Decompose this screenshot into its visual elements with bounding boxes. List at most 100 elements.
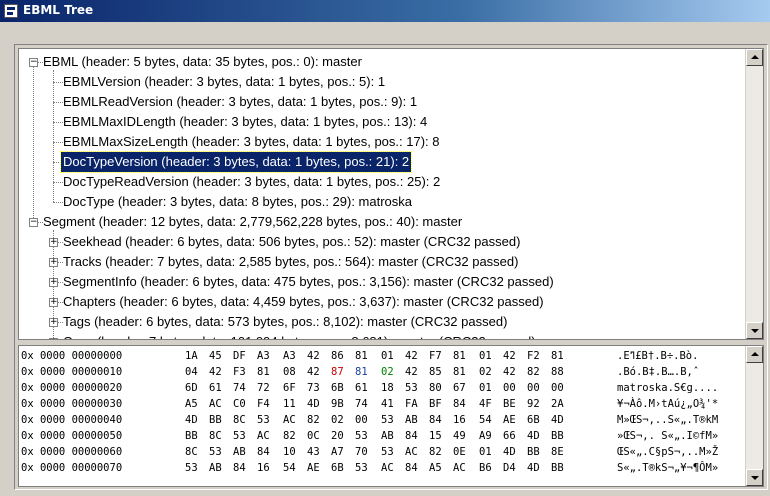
hex-byte[interactable]: 02	[331, 412, 344, 428]
hex-byte[interactable]: AB	[209, 460, 222, 476]
hex-byte[interactable]: 81	[453, 364, 466, 380]
hex-byte[interactable]: 61	[355, 380, 368, 396]
hex-byte[interactable]: 67	[453, 380, 466, 396]
hex-byte[interactable]: 45	[209, 348, 222, 364]
hex-byte[interactable]: AE	[503, 412, 516, 428]
hex-byte[interactable]: BE	[503, 396, 516, 412]
tree-item[interactable]: Tracks (header: 7 bytes, data: 2,585 byt…	[63, 252, 518, 272]
hex-byte[interactable]: C0	[233, 396, 246, 412]
hex-byte[interactable]: 81	[257, 364, 270, 380]
hex-byte[interactable]: 86	[331, 348, 344, 364]
hex-byte[interactable]: F4	[257, 396, 270, 412]
hex-view[interactable]: 0x 0000 00000000 1A 45 DF A3 A3 42 86 81 01 42 F7 81…	[18, 345, 764, 487]
hex-byte[interactable]: 8C	[185, 444, 198, 460]
hex-byte[interactable]: 54	[283, 460, 296, 476]
hex-byte[interactable]: 01	[479, 444, 492, 460]
hex-byte[interactable]: 8E	[551, 444, 564, 460]
hex-byte[interactable]: 01	[479, 348, 492, 364]
expand-icon[interactable]: +	[49, 278, 58, 287]
hex-byte[interactable]: BB	[551, 428, 564, 444]
expand-icon[interactable]: +	[49, 298, 58, 307]
hex-byte[interactable]: 4D	[307, 396, 320, 412]
hex-byte[interactable]: BF	[429, 396, 442, 412]
collapse-icon[interactable]: −	[29, 218, 38, 227]
hex-byte[interactable]: 53	[233, 428, 246, 444]
hex-byte[interactable]: 11	[283, 396, 296, 412]
hex-byte[interactable]: 53	[257, 412, 270, 428]
hex-byte[interactable]: 4D	[503, 444, 516, 460]
tree-item[interactable]: DocType (header: 3 bytes, data: 8 bytes,…	[63, 192, 412, 212]
tree-item[interactable]: Tags (header: 6 bytes, data: 573 bytes, …	[63, 312, 507, 332]
hex-byte[interactable]: 42	[503, 364, 516, 380]
tree-item[interactable]: Segment (header: 12 bytes, data: 2,779,5…	[43, 212, 462, 232]
scroll-down-button[interactable]	[746, 322, 763, 339]
ebml-tree-view[interactable]: − EBML (header: 5 bytes, data: 35 bytes, …	[18, 48, 764, 340]
hex-byte[interactable]: AC	[283, 412, 296, 428]
hex-byte[interactable]: 41	[381, 396, 394, 412]
hex-byte[interactable]: 10	[283, 444, 296, 460]
hex-byte[interactable]: 6B	[527, 412, 540, 428]
hex-byte[interactable]: 74	[233, 380, 246, 396]
tree-item[interactable]: DocTypeReadVersion (header: 3 bytes, dat…	[63, 172, 440, 192]
hex-byte[interactable]: 80	[429, 380, 442, 396]
scroll-down-button[interactable]	[746, 469, 763, 486]
hex-byte[interactable]: 74	[355, 396, 368, 412]
hex-byte[interactable]: 53	[355, 428, 368, 444]
hex-byte[interactable]: 0E	[453, 444, 466, 460]
hex-byte[interactable]: 42	[307, 348, 320, 364]
hex-byte[interactable]: F7	[429, 348, 442, 364]
scroll-up-button[interactable]	[746, 49, 763, 66]
hex-byte[interactable]: 01	[479, 380, 492, 396]
hex-byte[interactable]: AB	[233, 444, 246, 460]
hex-byte[interactable]: 02	[479, 364, 492, 380]
hex-byte[interactable]: 87	[331, 364, 344, 380]
hex-byte[interactable]: 81	[355, 364, 368, 380]
tree-scrollbar[interactable]	[745, 49, 763, 339]
hex-byte[interactable]: 00	[527, 380, 540, 396]
hex-byte[interactable]: 42	[405, 348, 418, 364]
tree-item[interactable]: EBML (header: 5 bytes, data: 35 bytes, p…	[43, 52, 362, 72]
hex-byte[interactable]: 73	[307, 380, 320, 396]
hex-byte[interactable]: 53	[381, 412, 394, 428]
hex-byte[interactable]: F2	[527, 348, 540, 364]
hex-byte[interactable]: 8C	[233, 412, 246, 428]
hex-byte[interactable]: 84	[453, 396, 466, 412]
hex-byte[interactable]: 6D	[185, 380, 198, 396]
hex-byte[interactable]: B6	[479, 460, 492, 476]
hex-byte[interactable]: 20	[331, 428, 344, 444]
hex-byte[interactable]: AC	[405, 444, 418, 460]
hex-byte[interactable]: 8C	[209, 428, 222, 444]
hex-byte[interactable]: AB	[405, 412, 418, 428]
tree-item[interactable]: DocTypeVersion (header: 3 bytes, data: 1…	[59, 151, 413, 173]
hex-byte[interactable]: BB	[527, 444, 540, 460]
hex-byte[interactable]: 6B	[331, 380, 344, 396]
tree-item[interactable]: EBMLMaxSizeLength (header: 3 bytes, data…	[63, 132, 440, 152]
hex-byte[interactable]: 4D	[551, 412, 564, 428]
hex-byte[interactable]: A3	[257, 348, 270, 364]
expand-icon[interactable]: +	[49, 318, 58, 327]
hex-byte[interactable]: 84	[405, 428, 418, 444]
tree-item[interactable]: Seekhead (header: 6 bytes, data: 506 byt…	[63, 232, 520, 252]
hex-byte[interactable]: A7	[331, 444, 344, 460]
tree-item[interactable]: Chapters (header: 6 bytes, data: 4,459 b…	[63, 292, 544, 312]
hex-byte[interactable]: 16	[453, 412, 466, 428]
hex-byte[interactable]: 18	[381, 380, 394, 396]
hex-byte[interactable]: FA	[405, 396, 418, 412]
hex-byte[interactable]: 00	[355, 412, 368, 428]
hex-byte[interactable]: 53	[355, 460, 368, 476]
hex-byte[interactable]: 53	[185, 460, 198, 476]
hex-byte[interactable]: 82	[283, 428, 296, 444]
hex-byte[interactable]: AC	[209, 396, 222, 412]
hex-byte[interactable]: 61	[209, 380, 222, 396]
hex-byte[interactable]: 84	[429, 412, 442, 428]
hex-byte[interactable]: AC	[453, 460, 466, 476]
hex-byte[interactable]: 42	[209, 364, 222, 380]
hex-byte[interactable]: 42	[307, 364, 320, 380]
hex-byte[interactable]: BB	[209, 412, 222, 428]
hex-byte[interactable]: AC	[257, 428, 270, 444]
hex-scrollbar[interactable]	[745, 346, 763, 486]
hex-byte[interactable]: BB	[551, 460, 564, 476]
hex-byte[interactable]: AB	[381, 428, 394, 444]
hex-byte[interactable]: AE	[307, 460, 320, 476]
hex-byte[interactable]: 81	[355, 348, 368, 364]
